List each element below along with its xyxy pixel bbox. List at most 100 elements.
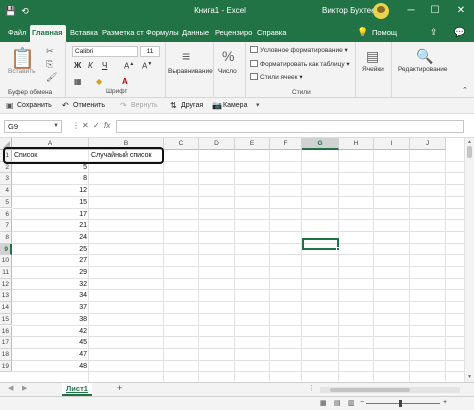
column-header-f[interactable]: F xyxy=(270,138,302,150)
user-name[interactable]: Виктор Бухтеев xyxy=(322,0,380,22)
customize-qat-icon[interactable]: ▾ xyxy=(256,100,260,112)
tab-home[interactable]: Главная xyxy=(30,25,66,42)
row-header-6[interactable]: 6 xyxy=(0,208,12,221)
row-header-16[interactable]: 16 xyxy=(0,325,12,338)
tab-insert[interactable]: Вставка xyxy=(68,25,100,42)
zoom-in-button[interactable]: + xyxy=(443,399,447,406)
cell-a15[interactable]: 38 xyxy=(12,314,89,326)
comments-icon[interactable]: 💬 xyxy=(452,25,467,42)
row-header-17[interactable]: 17 xyxy=(0,337,12,349)
avatar[interactable] xyxy=(373,3,389,19)
sheet-tab-list1[interactable]: Лист1 xyxy=(62,383,92,396)
alignment-group[interactable]: ≡ Выравнивание xyxy=(166,42,214,98)
row-header-7[interactable]: 7 xyxy=(0,220,12,232)
tab-help[interactable]: Справка xyxy=(255,25,289,42)
cell-a19[interactable]: 48 xyxy=(12,361,89,373)
close-icon[interactable]: ✕ xyxy=(450,0,472,22)
cut-icon[interactable]: ✂ xyxy=(46,46,54,57)
column-header-d[interactable]: D xyxy=(199,138,235,150)
save-icon[interactable]: 💾 xyxy=(4,4,18,18)
cell-a3[interactable]: 8 xyxy=(12,173,89,185)
tab-tell-me[interactable]: Помощ xyxy=(370,25,406,42)
row-header-18[interactable]: 18 xyxy=(0,348,12,361)
cell-a14[interactable]: 37 xyxy=(12,302,89,314)
fill-handle[interactable] xyxy=(336,247,340,251)
paste-label[interactable]: Вставить xyxy=(8,68,36,75)
qat-other-button[interactable]: ⇅ Другая xyxy=(170,100,203,112)
cell-styles-button[interactable]: Стили ячеек ▾ xyxy=(250,73,303,81)
row-header-15[interactable]: 15 xyxy=(0,313,12,326)
cell-a11[interactable]: 29 xyxy=(12,267,89,279)
row-header-8[interactable]: 8 xyxy=(0,231,12,244)
column-header-i[interactable]: I xyxy=(374,138,410,150)
worksheet-grid[interactable]: ABCDEFGHIJ 1 2 3 4 5 6 7 8 9 10 11 12 13 14 15 16 17 18 19… xyxy=(0,138,474,382)
font-size-select[interactable]: 11 xyxy=(140,46,160,57)
cell-a7[interactable]: 21 xyxy=(12,220,89,232)
column-header-h[interactable]: H xyxy=(339,138,374,150)
maximize-icon[interactable]: ☐ xyxy=(424,0,446,22)
row-header-13[interactable]: 13 xyxy=(0,290,12,303)
insert-function-icon[interactable]: fx xyxy=(104,121,110,130)
tab-data[interactable]: Данные xyxy=(180,25,214,42)
font-name-select[interactable]: Calibri xyxy=(72,46,138,57)
copy-icon[interactable]: ⎘ xyxy=(46,59,53,70)
qat-undo-button[interactable]: ↶ Отменить xyxy=(62,100,105,112)
horizontal-scrollbar[interactable] xyxy=(320,387,460,393)
font-color-icon[interactable]: A xyxy=(122,77,128,86)
enter-icon[interactable]: ✓ xyxy=(93,121,100,130)
format-as-table-button[interactable]: Форматировать как таблицу ▾ xyxy=(250,60,350,68)
cell-a13[interactable]: 34 xyxy=(12,290,89,302)
cell-a4[interactable]: 12 xyxy=(12,185,89,197)
autosave-icon[interactable]: ⟲ xyxy=(18,4,32,18)
cell-a12[interactable]: 32 xyxy=(12,279,89,291)
scroll-thumb[interactable] xyxy=(467,146,472,158)
italic-button[interactable]: К xyxy=(88,61,93,70)
zoom-slider-knob[interactable] xyxy=(399,400,402,407)
column-header-j[interactable]: J xyxy=(410,138,446,150)
page-break-view-icon[interactable]: ▥ xyxy=(348,399,355,407)
row-header-9[interactable]: 9 xyxy=(0,243,12,256)
row-header-3[interactable]: 3 xyxy=(0,173,12,186)
cell-a5[interactable]: 15 xyxy=(12,197,89,209)
qat-redo-button[interactable]: ↷ Вернуть xyxy=(120,100,158,112)
format-painter-icon[interactable]: 🖌 xyxy=(46,72,57,83)
row-header-10[interactable]: 10 xyxy=(0,255,12,267)
cell-a6[interactable]: 17 xyxy=(12,209,89,221)
underline-button[interactable]: Ч xyxy=(102,61,107,70)
collapse-ribbon-icon[interactable]: ⌃ xyxy=(462,86,468,94)
cell-a17[interactable]: 45 xyxy=(12,337,89,349)
add-sheet-icon[interactable]: + xyxy=(117,383,122,393)
lightbulb-icon[interactable]: 💡 xyxy=(355,25,370,42)
next-sheet-icon[interactable]: ▶ xyxy=(22,384,27,392)
page-layout-view-icon[interactable]: ▤ xyxy=(334,399,341,407)
tab-formulas[interactable]: Формулы xyxy=(144,25,180,42)
qat-save-button[interactable]: ▣ Сохранить xyxy=(6,100,52,112)
tab-splitter-icon[interactable]: ⋮ xyxy=(308,384,315,392)
selected-cell-g9[interactable] xyxy=(302,238,340,251)
prev-sheet-icon[interactable]: ◀ xyxy=(8,384,13,392)
scroll-up-icon[interactable]: ▲ xyxy=(467,139,472,145)
cancel-icon[interactable]: ✕ xyxy=(82,121,89,130)
shrink-font-icon[interactable]: A▼ xyxy=(142,61,152,71)
row-header-14[interactable]: 14 xyxy=(0,302,12,314)
cell-a10[interactable]: 27 xyxy=(12,255,89,267)
qat-camera-button[interactable]: 📷Камера xyxy=(212,100,247,112)
row-header-19[interactable]: 19 xyxy=(0,360,12,373)
cell-a9[interactable]: 25 xyxy=(12,244,89,256)
scroll-down-icon[interactable]: ▼ xyxy=(467,374,472,380)
column-header-e[interactable]: E xyxy=(235,138,270,150)
zoom-slider[interactable] xyxy=(366,403,440,404)
tab-file[interactable]: Файл xyxy=(6,25,28,42)
column-header-g[interactable]: G xyxy=(302,138,339,150)
formula-input[interactable] xyxy=(116,120,464,133)
grow-font-icon[interactable]: A▲ xyxy=(124,61,134,71)
cell-a16[interactable]: 42 xyxy=(12,326,89,338)
row-header-12[interactable]: 12 xyxy=(0,278,12,291)
borders-icon[interactable]: ▦ xyxy=(74,77,82,86)
horizontal-scroll-thumb[interactable] xyxy=(330,388,410,392)
row-header-11[interactable]: 11 xyxy=(0,267,12,279)
name-box[interactable]: G9 ▼ xyxy=(4,120,62,133)
cell-a18[interactable]: 47 xyxy=(12,349,89,361)
vertical-scrollbar[interactable]: ▲ ▼ xyxy=(464,138,474,382)
tab-page-layout[interactable]: Разметка ст xyxy=(100,25,144,42)
